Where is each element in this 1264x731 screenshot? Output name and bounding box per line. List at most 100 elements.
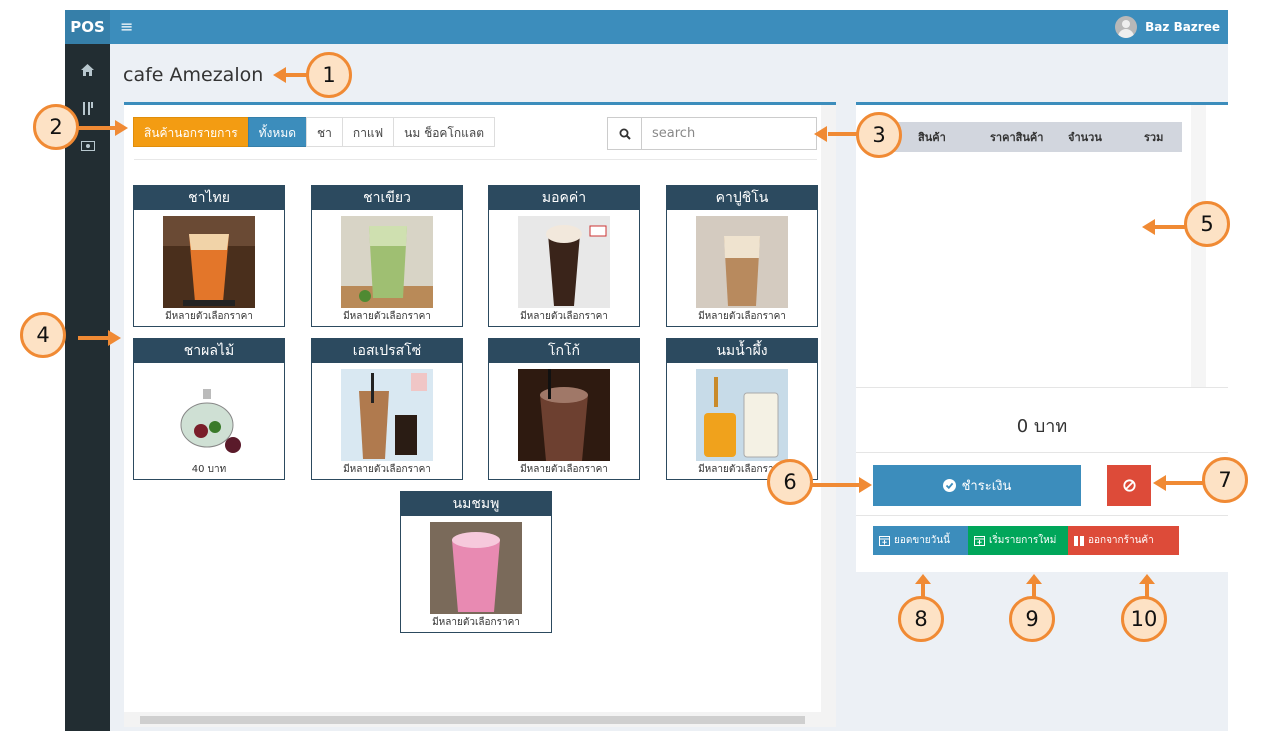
exit-shop-button[interactable]: ออกจากร้านค้า bbox=[1068, 526, 1179, 555]
check-circle-icon bbox=[942, 479, 956, 492]
search-input[interactable] bbox=[642, 118, 812, 149]
callout-6: 6 bbox=[767, 459, 813, 505]
callout-arrow-head bbox=[1153, 475, 1166, 491]
product-image bbox=[518, 369, 610, 461]
today-sales-label: ยอดขายวันนี้ bbox=[894, 535, 950, 546]
product-price: มีหลายตัวเลือกราคา bbox=[520, 464, 608, 475]
product-name: ชาผลไม้ bbox=[134, 339, 284, 363]
vertical-scrollbar[interactable] bbox=[821, 105, 836, 727]
product-price: มีหลายตัวเลือกราคา bbox=[698, 311, 786, 322]
divider bbox=[856, 452, 1228, 453]
product-card-cappuccino[interactable]: คาปูชิโน มีหลายตัวเลือกราคา bbox=[666, 185, 818, 327]
avatar bbox=[1115, 16, 1138, 38]
search-box bbox=[607, 117, 817, 150]
callout-arrow bbox=[78, 126, 118, 130]
pay-button[interactable]: ชำระเงิน bbox=[873, 465, 1081, 506]
new-order-button[interactable]: เริ่มรายการใหม่ bbox=[968, 526, 1068, 555]
product-price: 40 บาท bbox=[191, 464, 227, 475]
pay-label: ชำระเงิน bbox=[961, 479, 1012, 494]
product-card-cocoa[interactable]: โกโก้ มีหลายตัวเลือกราคา bbox=[488, 338, 640, 480]
callout-arrow-head bbox=[814, 126, 827, 142]
order-panel: สินค้า ราคาสินค้า จำนวน รวม 0 บาท ชำระเง… bbox=[856, 102, 1228, 572]
search-icon[interactable] bbox=[608, 118, 642, 149]
product-name: นมน้ำผึ้ง bbox=[667, 339, 817, 363]
pos-app: POS ≡ Baz Bazree cafe Amezalon สินค้านอก… bbox=[0, 0, 1264, 731]
action-buttons: ยอดขายวันนี้ เริ่มรายการใหม่ ออกจากร้านค… bbox=[873, 526, 1179, 555]
product-card-thai-tea[interactable]: ชาไทย มีหลายตัวเลือกราคา bbox=[133, 185, 285, 327]
pause-icon bbox=[1074, 535, 1084, 546]
callout-2: 2 bbox=[33, 104, 79, 150]
tab-all[interactable]: ทั้งหมด bbox=[247, 117, 308, 147]
callout-10: 10 bbox=[1121, 596, 1167, 642]
callout-arrow-head bbox=[273, 67, 286, 83]
callout-7: 7 bbox=[1202, 457, 1248, 503]
tab-custom-item[interactable]: สินค้านอกรายการ bbox=[133, 117, 249, 147]
callout-arrow-head bbox=[1139, 574, 1155, 584]
callout-9: 9 bbox=[1009, 596, 1055, 642]
callout-arrow bbox=[1145, 583, 1149, 597]
user-name: Baz Bazree bbox=[1145, 20, 1220, 34]
product-image bbox=[163, 216, 255, 308]
callout-arrow-head bbox=[108, 330, 121, 346]
callout-arrow bbox=[1032, 583, 1036, 597]
divider bbox=[134, 159, 817, 160]
exit-shop-label: ออกจากร้านค้า bbox=[1088, 535, 1154, 546]
scroll-thumb[interactable] bbox=[140, 716, 805, 724]
callout-arrow-head bbox=[859, 477, 872, 493]
product-card-espresso[interactable]: เอสเปรสโซ่ มีหลายตัวเลือกราคา bbox=[311, 338, 463, 480]
product-name: นมชมพู bbox=[401, 492, 551, 516]
callout-3: 3 bbox=[856, 112, 902, 158]
callout-5: 5 bbox=[1184, 201, 1230, 247]
tab-coffee[interactable]: กาแฟ bbox=[341, 117, 395, 147]
product-price: มีหลายตัวเลือกราคา bbox=[165, 311, 253, 322]
page-title: cafe Amezalon bbox=[123, 64, 264, 86]
callout-arrow bbox=[921, 583, 925, 597]
product-image bbox=[696, 369, 788, 461]
new-order-label: เริ่มรายการใหม่ bbox=[989, 535, 1057, 546]
callout-arrow bbox=[78, 336, 110, 340]
product-image bbox=[341, 216, 433, 308]
user-menu[interactable]: Baz Bazree bbox=[1115, 10, 1220, 44]
column-header: รวม bbox=[1144, 131, 1164, 144]
column-header: ราคาสินค้า bbox=[990, 131, 1044, 144]
callout-arrow-head bbox=[115, 120, 128, 136]
horizontal-scrollbar[interactable] bbox=[124, 712, 821, 727]
callout-arrow bbox=[1166, 481, 1206, 485]
tab-tea[interactable]: ชา bbox=[306, 117, 343, 147]
category-tabs: สินค้านอกรายการ ทั้งหมด ชา กาแฟ นม ช็อคโ… bbox=[133, 117, 496, 147]
hamburger-icon[interactable]: ≡ bbox=[120, 10, 133, 44]
product-card-pink-milk[interactable]: นมชมพู มีหลายตัวเลือกราคา bbox=[400, 491, 552, 633]
product-name: โกโก้ bbox=[489, 339, 639, 363]
content-area: cafe Amezalon สินค้านอกรายการ ทั้งหมด ชา… bbox=[110, 44, 1228, 731]
callout-arrow bbox=[812, 483, 862, 487]
product-name: ชาไทย bbox=[134, 186, 284, 210]
product-card-fruit-tea[interactable]: ชาผลไม้ 40 บาท bbox=[133, 338, 285, 480]
sidebar bbox=[65, 44, 110, 731]
product-image bbox=[163, 369, 255, 461]
callout-8: 8 bbox=[898, 596, 944, 642]
brand-logo[interactable]: POS bbox=[65, 10, 110, 44]
tab-milk-chocolate[interactable]: นม ช็อคโกแลต bbox=[393, 117, 496, 147]
product-name: มอคค่า bbox=[489, 186, 639, 210]
calendar-plus-icon bbox=[974, 536, 985, 546]
callout-arrow-head bbox=[1142, 219, 1155, 235]
product-name: คาปูชิโน bbox=[667, 186, 817, 210]
order-total: 0 บาท bbox=[1016, 416, 1068, 437]
cancel-button[interactable] bbox=[1107, 465, 1151, 506]
callout-arrow bbox=[1155, 225, 1187, 229]
product-panel: สินค้านอกรายการ ทั้งหมด ชา กาแฟ นม ช็อคโ… bbox=[124, 102, 836, 727]
today-sales-button[interactable]: ยอดขายวันนี้ bbox=[873, 526, 968, 555]
top-navbar: POS ≡ Baz Bazree bbox=[65, 10, 1228, 44]
product-card-green-tea[interactable]: ชาเขียว มีหลายตัวเลือกราคา bbox=[311, 185, 463, 327]
divider bbox=[856, 515, 1228, 516]
callout-arrow-head bbox=[915, 574, 931, 584]
callout-1: 1 bbox=[306, 52, 352, 98]
product-card-mocha[interactable]: มอคค่า มีหลายตัวเลือกราคา bbox=[488, 185, 640, 327]
product-image bbox=[341, 369, 433, 461]
callout-arrow-head bbox=[1026, 574, 1042, 584]
product-name: เอสเปรสโซ่ bbox=[312, 339, 462, 363]
calendar-plus-icon bbox=[879, 536, 890, 546]
product-price: มีหลายตัวเลือกราคา bbox=[343, 311, 431, 322]
ban-icon bbox=[1122, 479, 1136, 492]
home-icon[interactable] bbox=[65, 64, 110, 80]
